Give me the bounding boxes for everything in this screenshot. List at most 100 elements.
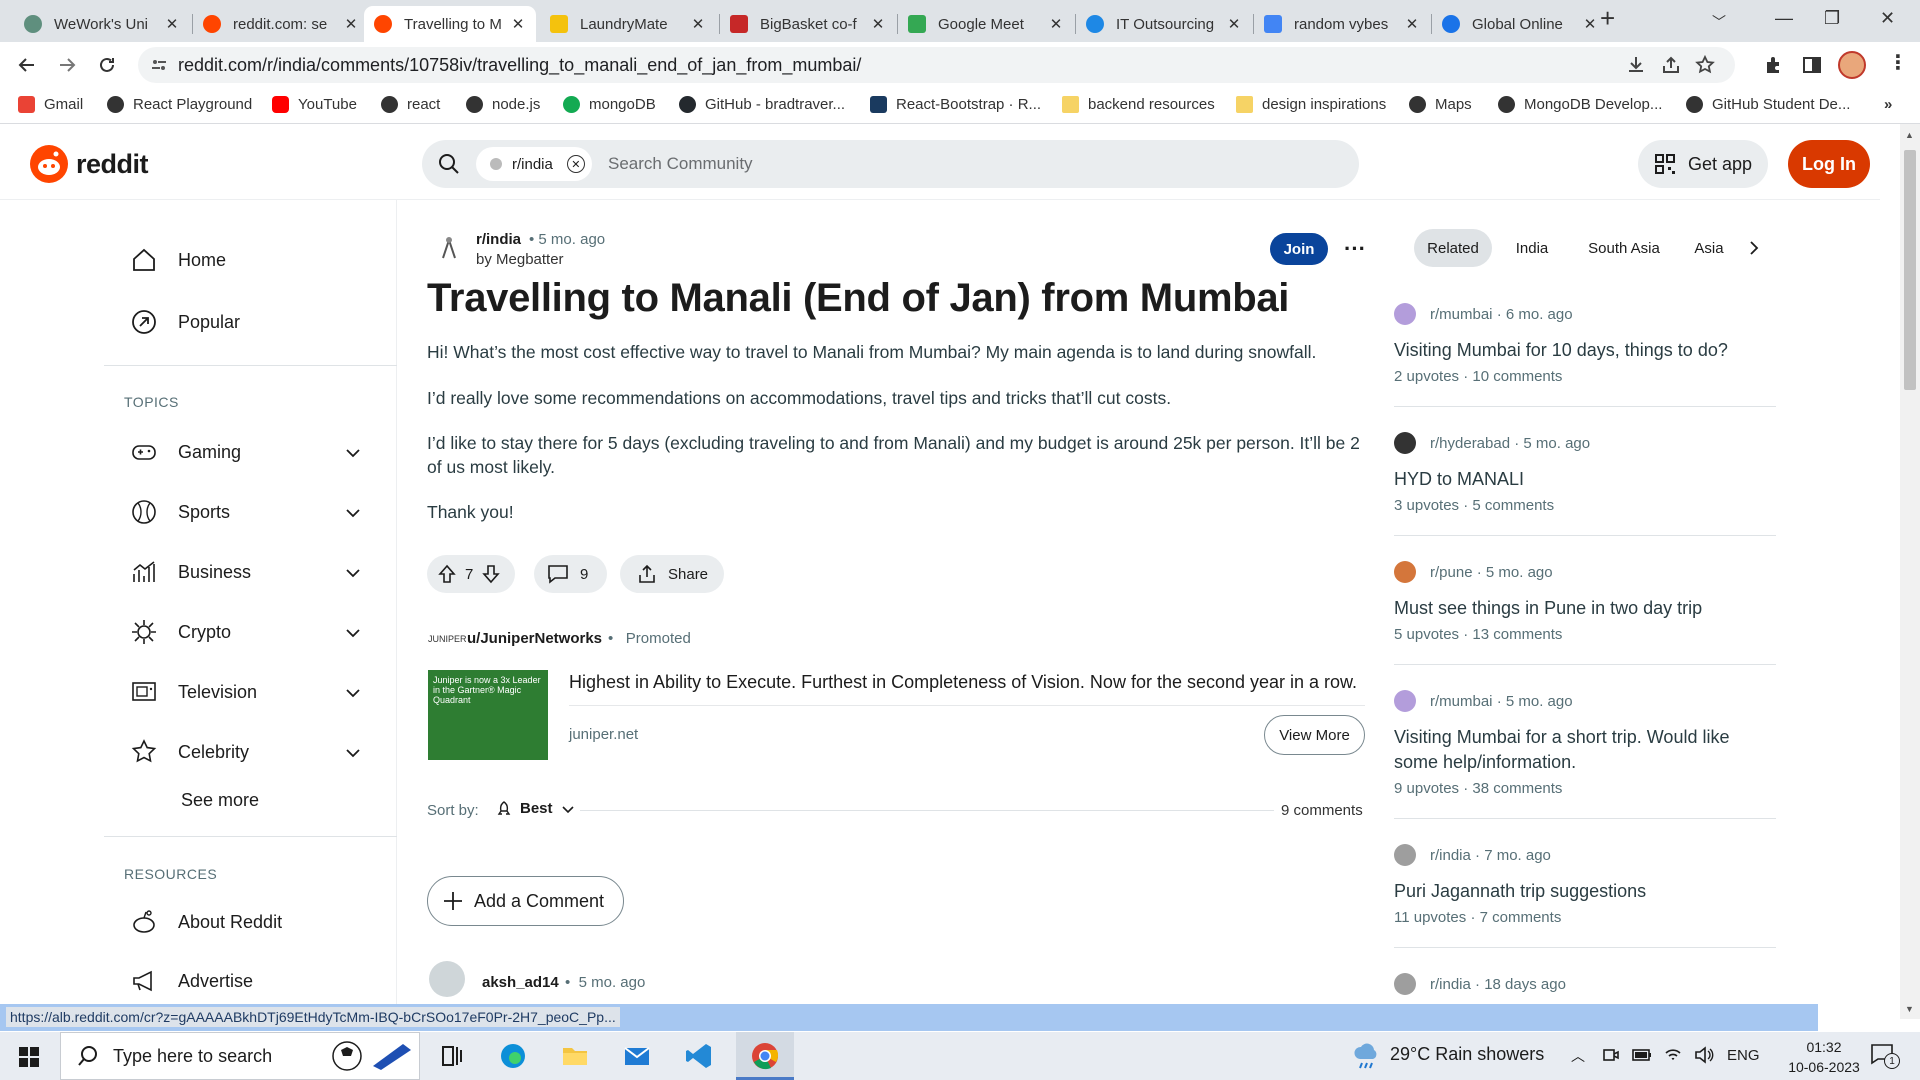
bookmark-youtube[interactable]: YouTube xyxy=(272,96,357,113)
tab-related[interactable]: Related xyxy=(1414,229,1492,267)
topic-television[interactable]: Television xyxy=(130,678,257,706)
weather-text[interactable]: 29°C Rain showers xyxy=(1390,1044,1544,1065)
bookmark-star-icon[interactable] xyxy=(1694,54,1716,76)
related-title[interactable]: Visiting Mumbai for a short trip. Would … xyxy=(1394,725,1776,775)
remove-filter-icon[interactable]: ✕ xyxy=(566,155,585,173)
comments-button[interactable]: 9 xyxy=(534,555,607,593)
chrome-menu-icon[interactable]: ⋮ xyxy=(1888,50,1908,75)
mail-icon[interactable] xyxy=(622,1041,652,1071)
speaker-icon[interactable] xyxy=(1694,1046,1714,1064)
page-scrollbar[interactable]: ▲ ▼ xyxy=(1900,124,1920,1019)
nav-popular[interactable]: Popular xyxy=(130,308,240,336)
related-post[interactable]: r/india · 18 days ago xyxy=(1394,972,1776,996)
minimize-icon[interactable]: — xyxy=(1775,8,1793,29)
tab-south-asia[interactable]: South Asia xyxy=(1576,229,1672,267)
related-subreddit[interactable]: r/india xyxy=(1430,976,1471,993)
post-author-link[interactable]: by Megbatter xyxy=(476,251,564,268)
battery-icon[interactable] xyxy=(1632,1047,1652,1063)
downvote-icon[interactable] xyxy=(481,564,501,584)
related-post[interactable]: r/mumbai · 6 mo. ago Visiting Mumbai for… xyxy=(1394,302,1776,385)
bookmark-nodejs[interactable]: node.js xyxy=(466,96,540,113)
resource-about-reddit[interactable]: About Reddit xyxy=(130,908,282,936)
ad-headline[interactable]: Highest in Ability to Execute. Furthest … xyxy=(569,672,1357,693)
bookmark-react[interactable]: react xyxy=(381,96,440,113)
browser-tab[interactable]: BigBasket co-f ✕ xyxy=(720,6,896,42)
topic-business[interactable]: Business xyxy=(130,558,251,586)
related-subreddit[interactable]: r/mumbai xyxy=(1430,693,1493,710)
related-subreddit[interactable]: r/pune xyxy=(1430,564,1473,581)
more-bookmarks-icon[interactable]: » xyxy=(1884,96,1892,113)
close-tab-icon[interactable]: ✕ xyxy=(1582,15,1598,33)
close-tab-icon[interactable]: ✕ xyxy=(343,15,359,33)
profile-avatar[interactable] xyxy=(1838,51,1866,79)
related-post[interactable]: r/india · 7 mo. ago Puri Jagannath trip … xyxy=(1394,843,1776,926)
browser-tab[interactable]: LaundryMate ✕ xyxy=(540,6,716,42)
related-title[interactable]: HYD to MANALI xyxy=(1394,467,1776,492)
sort-dropdown[interactable]: Best xyxy=(496,800,575,817)
bookmark-mongodb[interactable]: mongoDB xyxy=(563,96,656,113)
browser-tab[interactable]: Google Meet ✕ xyxy=(898,6,1074,42)
edge-browser-icon[interactable] xyxy=(498,1041,528,1071)
tab-search-chevron-icon[interactable]: ﹀ xyxy=(1712,12,1726,32)
task-view-icon[interactable] xyxy=(436,1041,466,1071)
bookmark-mongodb-developer[interactable]: MongoDB Develop... xyxy=(1498,96,1662,113)
bookmark-folder[interactable]: backend resources xyxy=(1062,96,1215,113)
chevron-down-icon[interactable] xyxy=(344,624,362,642)
chevron-down-icon[interactable] xyxy=(344,684,362,702)
related-subreddit[interactable]: r/mumbai xyxy=(1430,306,1493,323)
side-panel-icon[interactable] xyxy=(1801,54,1823,76)
browser-tab[interactable]: random vybes ✕ xyxy=(1254,6,1430,42)
chevron-down-icon[interactable] xyxy=(344,744,362,762)
scrollbar-thumb[interactable] xyxy=(1904,150,1916,390)
browser-tab[interactable]: WeWork's Uni ✕ xyxy=(14,6,190,42)
topic-celebrity[interactable]: Celebrity xyxy=(130,738,249,766)
bookmark-folder[interactable]: design inspirations xyxy=(1236,96,1386,113)
bookmark-react-playground[interactable]: React Playground xyxy=(107,96,252,113)
view-more-button[interactable]: View More xyxy=(1264,715,1365,755)
related-post[interactable]: r/hyderabad · 5 mo. ago HYD to MANALI 3 … xyxy=(1394,431,1776,514)
nav-home[interactable]: Home xyxy=(130,246,226,274)
address-bar[interactable]: reddit.com/r/india/comments/10758iv/trav… xyxy=(138,47,1735,83)
close-tab-icon[interactable]: ✕ xyxy=(870,15,886,33)
close-window-icon[interactable]: ✕ xyxy=(1880,8,1895,29)
restore-icon[interactable]: ❐ xyxy=(1824,8,1840,29)
browser-tab-active[interactable]: Travelling to M ✕ xyxy=(364,6,536,42)
reddit-logo[interactable]: reddit xyxy=(30,145,149,183)
close-tab-icon[interactable]: ✕ xyxy=(1226,15,1242,33)
close-tab-icon[interactable]: ✕ xyxy=(1048,15,1064,33)
new-tab-icon[interactable]: + xyxy=(1600,3,1615,34)
commenter-avatar[interactable] xyxy=(429,961,465,997)
commenter-username[interactable]: aksh_ad14 xyxy=(482,974,559,991)
forward-icon[interactable] xyxy=(54,52,80,78)
notification-center-icon[interactable]: 1 xyxy=(1870,1043,1900,1069)
bookmark-react-bootstrap[interactable]: React-Bootstrap · R... xyxy=(870,96,1041,113)
log-in-button[interactable]: Log In xyxy=(1788,140,1870,188)
related-subreddit[interactable]: r/india xyxy=(1430,847,1471,864)
browser-tab[interactable]: Global Online ✕ xyxy=(1432,6,1608,42)
chevron-down-icon[interactable] xyxy=(344,444,362,462)
show-hidden-icons-icon[interactable]: ︿ xyxy=(1571,1046,1585,1066)
url-text[interactable]: reddit.com/r/india/comments/10758iv/trav… xyxy=(178,55,861,76)
scroll-up-icon[interactable]: ▲ xyxy=(1905,130,1914,140)
close-tab-icon[interactable]: ✕ xyxy=(690,15,706,33)
tab-asia[interactable]: Asia xyxy=(1684,229,1734,267)
close-tab-icon[interactable]: ✕ xyxy=(510,15,526,33)
browser-tab[interactable]: reddit.com: se ✕ xyxy=(193,6,369,42)
bookmark-gmail[interactable]: Gmail xyxy=(18,96,83,113)
ad-thumbnail[interactable]: Juniper is now a 3x Leader in the Gartne… xyxy=(428,670,548,760)
related-post[interactable]: r/mumbai · 5 mo. ago Visiting Mumbai for… xyxy=(1394,689,1776,797)
related-post[interactable]: r/pune · 5 mo. ago Must see things in Pu… xyxy=(1394,560,1776,643)
weather-rain-icon[interactable] xyxy=(1352,1041,1382,1071)
see-more-button[interactable]: See more xyxy=(181,790,259,811)
topic-crypto[interactable]: Crypto xyxy=(130,618,231,646)
wifi-icon[interactable] xyxy=(1664,1046,1682,1064)
add-comment-button[interactable]: Add a Comment xyxy=(427,876,624,926)
chevron-down-icon[interactable] xyxy=(344,564,362,582)
related-subreddit[interactable]: r/hyderabad xyxy=(1430,435,1510,452)
file-explorer-icon[interactable] xyxy=(560,1041,590,1071)
close-tab-icon[interactable]: ✕ xyxy=(164,15,180,33)
topic-sports[interactable]: Sports xyxy=(130,498,230,526)
share-button[interactable]: Share xyxy=(620,555,724,593)
related-title[interactable]: Must see things in Pune in two day trip xyxy=(1394,596,1776,621)
reload-icon[interactable] xyxy=(94,52,120,78)
